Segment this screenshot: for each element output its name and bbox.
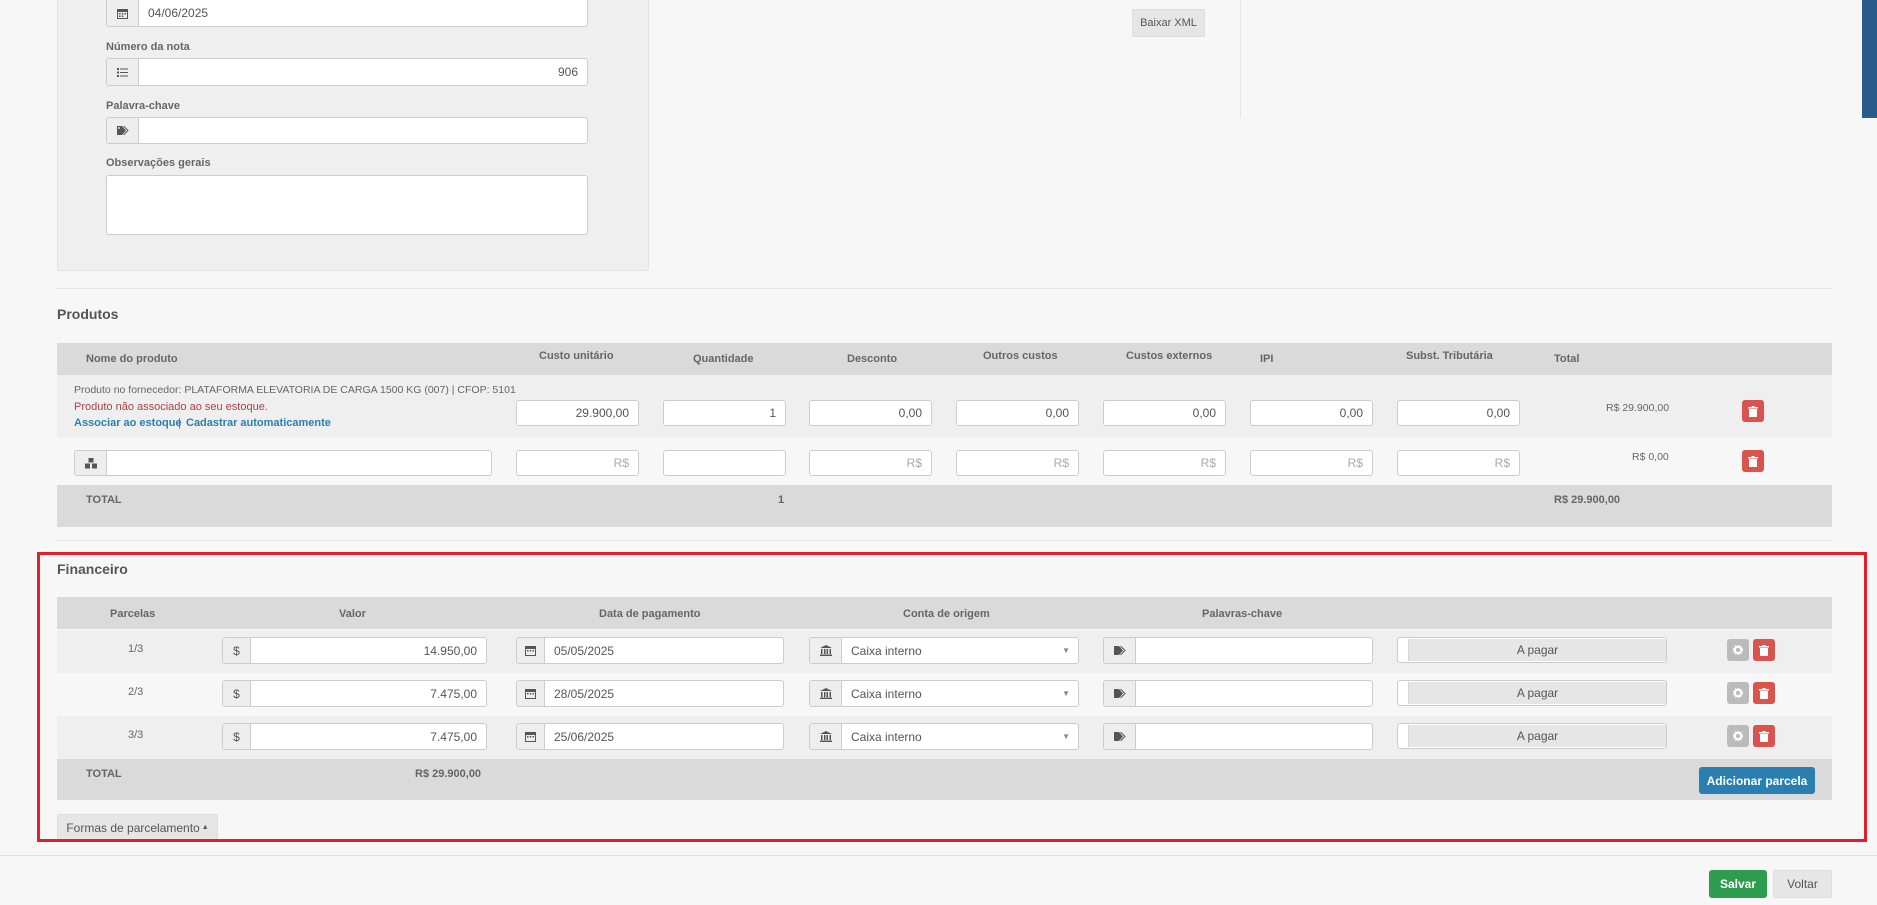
quantity-input[interactable] xyxy=(663,450,786,476)
associate-stock-link[interactable]: Associar ao estoque xyxy=(74,417,182,429)
delete-product-button[interactable] xyxy=(1742,400,1764,422)
highlight-box xyxy=(37,552,1867,842)
keyword-value xyxy=(139,118,587,143)
unit-cost-input[interactable]: 29.900,00 xyxy=(516,400,639,426)
product-search-value xyxy=(107,451,491,475)
register-auto-link[interactable]: Cadastrar automaticamente xyxy=(186,417,331,429)
discount-input[interactable]: 0,00 xyxy=(809,400,932,426)
supplier-product-text: Produto no fornecedor: PLATAFORMA ELEVAT… xyxy=(74,384,516,396)
header-custos-externos: Custos externos xyxy=(1126,350,1213,362)
ipi-input[interactable]: R$ xyxy=(1250,450,1373,476)
product-search-input[interactable] xyxy=(74,450,492,476)
observations-textarea[interactable] xyxy=(106,175,588,235)
trash-icon xyxy=(1748,405,1758,417)
quantity-input[interactable]: 1 xyxy=(663,400,786,426)
tags-icon xyxy=(107,118,139,143)
cubes-icon xyxy=(75,451,107,475)
table-row: Produto no fornecedor: PLATAFORMA ELEVAT… xyxy=(57,375,1832,438)
row-total: R$ 0,00 xyxy=(1632,451,1669,463)
total-quantity: 1 xyxy=(778,494,785,506)
side-panel-edge xyxy=(1862,0,1877,118)
delete-product-button[interactable] xyxy=(1742,450,1764,472)
header-subst-tributaria: Subst. Tributária xyxy=(1406,350,1493,362)
trash-icon xyxy=(1748,455,1758,467)
list-icon xyxy=(107,59,139,85)
back-button[interactable]: Voltar xyxy=(1773,870,1832,898)
total-label: TOTAL xyxy=(86,494,122,506)
keyword-input[interactable] xyxy=(106,117,588,144)
link-separator: | xyxy=(178,417,181,429)
produtos-title: Produtos xyxy=(57,306,119,322)
header-custo-unitario: Custo unitário xyxy=(539,350,614,362)
download-xml-button[interactable]: Baixar XML xyxy=(1132,9,1205,37)
total-value: R$ 29.900,00 xyxy=(1554,494,1621,506)
ipi-input[interactable]: 0,00 xyxy=(1250,400,1373,426)
st-input[interactable]: R$ xyxy=(1397,450,1520,476)
divider xyxy=(1240,0,1241,118)
produtos-table-header: Nome do produto Custo unitário Quantidad… xyxy=(57,343,1832,375)
note-number-input[interactable]: 906 xyxy=(106,58,588,86)
new-product-row: R$ R$ R$ R$ R$ R$ R$ 0,00 xyxy=(57,439,1832,485)
divider xyxy=(0,855,1877,856)
header-outros-custos: Outros custos xyxy=(983,350,1058,362)
header-ipi: IPI xyxy=(1260,353,1274,365)
observations-label: Observações gerais xyxy=(106,157,211,169)
discount-input[interactable]: R$ xyxy=(809,450,932,476)
calendar-icon xyxy=(107,0,139,26)
row-total: R$ 29.900,00 xyxy=(1606,402,1670,414)
other-costs-input[interactable]: R$ xyxy=(956,450,1079,476)
produtos-total-row: TOTAL 1 R$ 29.900,00 xyxy=(57,485,1832,527)
external-costs-input[interactable]: R$ xyxy=(1103,450,1226,476)
note-number-label: Número da nota xyxy=(106,41,190,53)
st-input[interactable]: 0,00 xyxy=(1397,400,1520,426)
keyword-label: Palavra-chave xyxy=(106,100,180,112)
divider xyxy=(57,288,1832,289)
header-total: Total xyxy=(1554,353,1580,365)
header-desconto: Desconto xyxy=(847,353,898,365)
divider xyxy=(57,540,1832,541)
note-number-value: 906 xyxy=(557,65,578,79)
header-quantidade: Quantidade xyxy=(693,353,754,365)
header-nome: Nome do produto xyxy=(86,353,178,365)
unit-cost-input[interactable]: R$ xyxy=(516,450,639,476)
date-input[interactable]: 04/06/2025 xyxy=(106,0,588,27)
save-button[interactable]: Salvar xyxy=(1709,870,1767,898)
other-costs-input[interactable]: 0,00 xyxy=(956,400,1079,426)
stock-warning: Produto não associado ao seu estoque. xyxy=(74,401,268,413)
date-value: 04/06/2025 xyxy=(148,6,209,20)
external-costs-input[interactable]: 0,00 xyxy=(1103,400,1226,426)
